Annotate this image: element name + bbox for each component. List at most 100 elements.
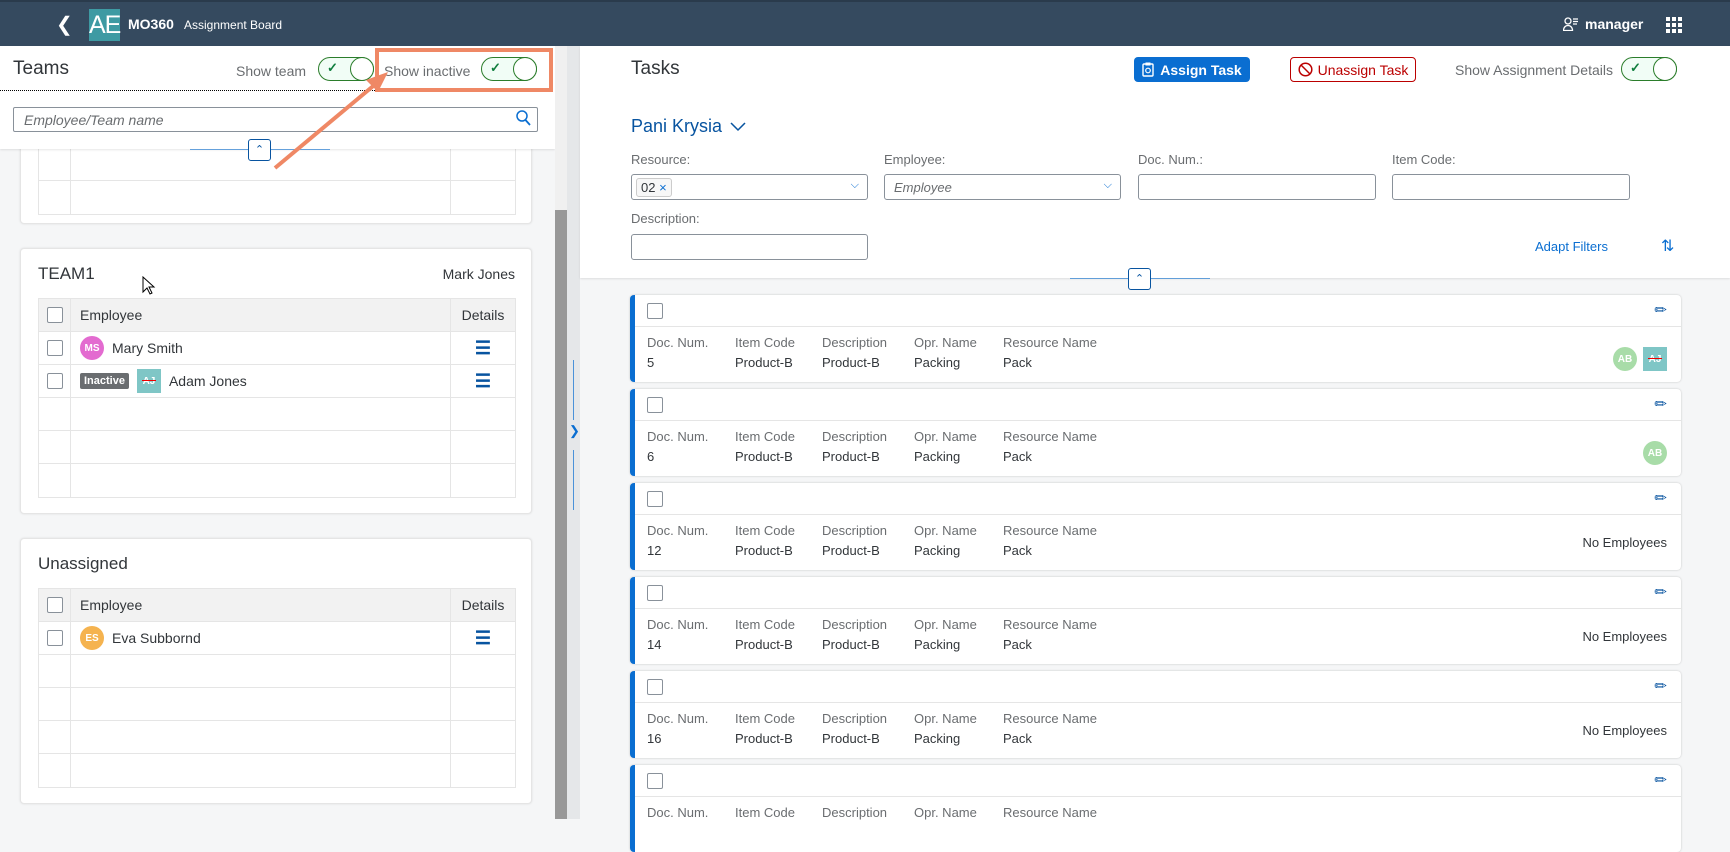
row-checkbox[interactable] <box>46 340 63 356</box>
token-remove-icon[interactable]: × <box>659 180 667 195</box>
field-label: Item Code <box>735 617 795 632</box>
task-card[interactable]: ✏︎ Doc. Num. 12 Item Code Product-B Descripti… <box>630 483 1681 570</box>
edit-pencil-icon[interactable]: ✏︎ <box>1654 583 1667 601</box>
details-list-icon[interactable]: ☰ <box>475 371 491 392</box>
employee-combo[interactable]: Employee ⌵ <box>884 174 1121 200</box>
task-checkbox[interactable] <box>647 397 663 413</box>
itemcode-input[interactable] <box>1392 174 1630 200</box>
task-field: Doc. Num. 14 <box>647 617 708 652</box>
field-label: Opr. Name <box>914 335 977 350</box>
avatar: AB <box>1643 441 1667 465</box>
edit-pencil-icon[interactable]: ✏︎ <box>1654 771 1667 789</box>
field-label: Opr. Name <box>914 711 977 726</box>
details-list-icon[interactable]: ☰ <box>475 628 491 649</box>
field-value: Product-B <box>735 731 793 746</box>
product-switch-icon[interactable] <box>1666 17 1682 33</box>
field-value: 5 <box>647 355 655 370</box>
teams-title: Teams <box>13 58 69 79</box>
resource-label: Resource: <box>631 152 691 167</box>
collapse-header-button[interactable]: ⌃ <box>248 139 271 161</box>
employee-name: Mary Smith <box>112 340 183 356</box>
collapse-filters-button[interactable]: ⌃ <box>1128 268 1151 290</box>
team-card: TEAM1 Mark Jones Employee Details MS Mar… <box>20 248 532 514</box>
task-field: Resource Name Pack <box>1003 335 1097 370</box>
field-label: Description <box>822 711 888 726</box>
task-field: Description <box>822 805 887 825</box>
back-button[interactable]: ❮ <box>56 14 76 36</box>
resource-token[interactable]: 02 × <box>636 178 672 197</box>
employee-label: Employee: <box>884 152 946 167</box>
user-menu[interactable]: manager <box>1563 16 1643 32</box>
show-assignment-details-toggle[interactable]: ✓ <box>1621 57 1677 81</box>
field-label: Resource Name <box>1003 805 1097 820</box>
user-name: manager <box>1585 16 1644 32</box>
task-checkbox[interactable] <box>647 679 663 695</box>
task-field: Description Product-B <box>822 429 887 464</box>
field-value: Product-B <box>822 449 880 464</box>
field-label: Doc. Num. <box>647 711 709 726</box>
edit-pencil-icon[interactable]: ✏︎ <box>1654 395 1667 413</box>
edit-pencil-icon[interactable]: ✏︎ <box>1654 489 1667 507</box>
description-input[interactable] <box>631 234 868 260</box>
docnum-label: Doc. Num.: <box>1138 152 1204 167</box>
task-card[interactable]: ✏︎ Doc. Num. 5 Item Code Product-B Descriptio… <box>630 295 1681 382</box>
assign-task-button[interactable]: Assign Task <box>1134 57 1250 82</box>
task-field: Description Product-B <box>822 523 887 558</box>
field-label: Description <box>822 805 888 820</box>
field-label: Item Code <box>735 805 795 820</box>
row-checkbox[interactable] <box>46 373 63 389</box>
task-card[interactable]: ✏︎ Doc. Num. 14 Item Code Product-B Descripti… <box>630 577 1681 664</box>
field-value: Packing <box>914 449 961 464</box>
field-label: Resource Name <box>1003 617 1097 632</box>
task-checkbox[interactable] <box>647 773 663 789</box>
avatar: AB <box>1613 347 1637 371</box>
user-settings-icon <box>1563 17 1578 31</box>
empty-row <box>39 464 515 497</box>
table-row[interactable]: MS Mary Smith ☰ <box>39 332 515 365</box>
sort-icon[interactable]: ⇅ <box>1661 236 1674 256</box>
avatar: MS <box>80 336 104 360</box>
edit-pencil-icon[interactable]: ✏︎ <box>1654 301 1667 319</box>
details-list-icon[interactable]: ☰ <box>475 338 491 359</box>
field-label: Item Code <box>735 711 795 726</box>
field-label: Doc. Num. <box>647 805 709 820</box>
resource-multicombo[interactable]: 02 × ⌵ <box>631 174 868 200</box>
edit-pencil-icon[interactable]: ✏︎ <box>1654 677 1667 695</box>
empty-row <box>39 688 515 721</box>
assigned-employees: No Employees <box>1582 723 1667 738</box>
chevron-down-icon[interactable]: ⌵ <box>851 179 859 192</box>
task-card[interactable]: ✏︎ Doc. Num. 6 Item Code Product-B Descriptio… <box>630 389 1681 476</box>
unassign-task-button[interactable]: Unassign Task <box>1290 57 1416 82</box>
task-field: Opr. Name Packing <box>914 429 977 464</box>
search-icon[interactable] <box>516 110 531 130</box>
select-all-checkbox[interactable] <box>46 307 63 323</box>
table-row[interactable]: ES Eva Subbornd ☰ <box>39 622 515 655</box>
field-value: 14 <box>647 637 662 652</box>
variant-selector[interactable]: Pani Krysia <box>631 116 746 137</box>
tasks-header: Tasks Assign Task Unassign Task Show Ass… <box>580 46 1730 278</box>
task-field: Item Code Product-B <box>735 523 795 558</box>
field-label: Resource Name <box>1003 711 1097 726</box>
table-row[interactable]: Inactive AJ Adam Jones ☰ <box>39 365 515 398</box>
field-label: Resource Name <box>1003 429 1097 444</box>
app-title: Assignment Board <box>184 18 283 32</box>
select-all-checkbox[interactable] <box>46 597 63 613</box>
adapt-filters-link[interactable]: Adapt Filters <box>1535 239 1608 254</box>
field-value: Product-B <box>822 637 880 652</box>
splitter-expand-icon[interactable]: ❯ <box>569 423 580 439</box>
task-card[interactable]: ✏︎ Doc. Num. 16 Item Code Product-B Descripti… <box>630 671 1681 758</box>
task-card[interactable]: ✏︎ Doc. Num. Item Code Description Opr. Name… <box>630 765 1681 852</box>
chevron-down-icon[interactable]: ⌵ <box>1104 179 1112 192</box>
row-checkbox[interactable] <box>46 630 63 646</box>
annotation-arrow <box>273 72 388 170</box>
teams-scrollbar-thumb[interactable] <box>555 210 567 819</box>
docnum-input[interactable] <box>1138 174 1376 200</box>
field-label: Description <box>822 617 888 632</box>
task-card-header: ✏︎ <box>635 765 1681 797</box>
task-checkbox[interactable] <box>647 491 663 507</box>
field-value: Product-B <box>735 543 793 558</box>
no-employees-text: No Employees <box>1582 629 1667 644</box>
task-checkbox[interactable] <box>647 303 663 319</box>
table-header: Employee Details <box>39 589 515 622</box>
task-checkbox[interactable] <box>647 585 663 601</box>
